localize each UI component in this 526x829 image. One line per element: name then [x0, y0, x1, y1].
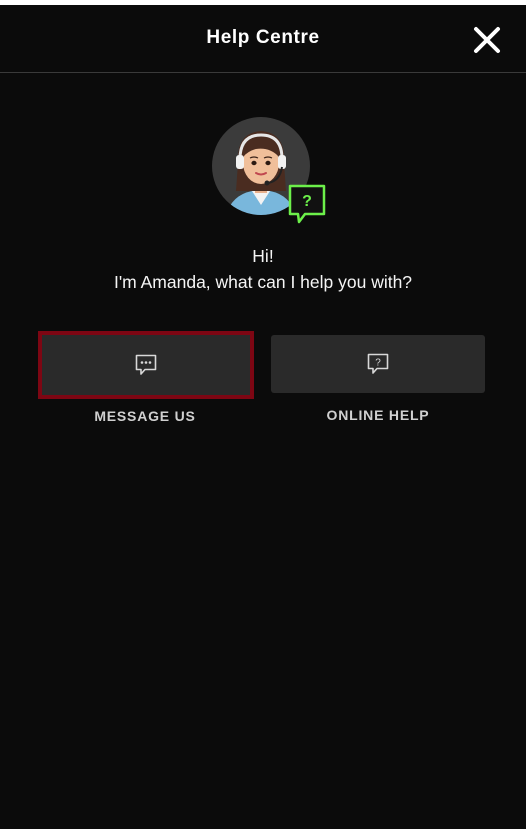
page-title: Help Centre: [206, 27, 320, 48]
agent-avatar-group: ?: [212, 117, 332, 227]
chat-question-icon: ?: [367, 353, 389, 374]
online-help-box[interactable]: ?: [271, 335, 485, 393]
question-bubble-icon: ?: [288, 184, 326, 224]
message-us-box[interactable]: [38, 331, 254, 399]
greeting: Hi! I'm Amanda, what can I help you with…: [0, 243, 526, 295]
online-help-label[interactable]: ONLINE HELP: [271, 407, 485, 423]
greeting-line-1: Hi!: [252, 246, 274, 266]
header: Help Centre: [0, 5, 526, 73]
question-glyph: ?: [375, 358, 381, 369]
help-centre-panel: Help Centre ? Hi! I'm Amanda, what can I…: [0, 5, 526, 829]
close-icon[interactable]: [473, 26, 501, 54]
online-help-button[interactable]: ? ONLINE HELP: [271, 335, 485, 423]
close-button[interactable]: [470, 23, 504, 57]
message-us-button[interactable]: MESSAGE US: [38, 331, 254, 424]
chat-dots-icon: [135, 354, 157, 375]
greeting-line-2: I'm Amanda, what can I help you with?: [113, 272, 413, 292]
question-glyph: ?: [302, 193, 312, 210]
message-us-label[interactable]: MESSAGE US: [38, 408, 252, 424]
